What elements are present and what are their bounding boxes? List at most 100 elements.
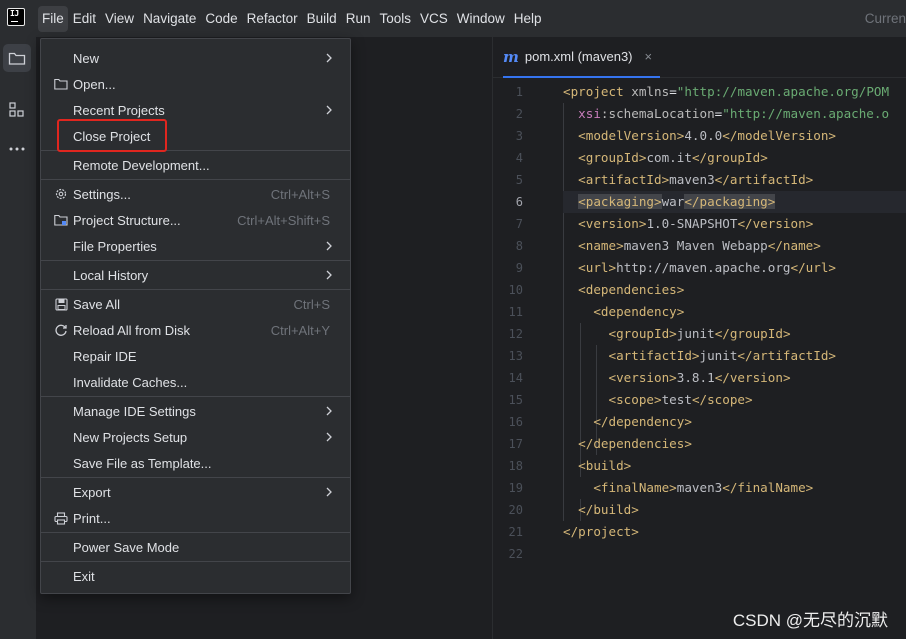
- menu-item-power-save-mode[interactable]: Power Save Mode: [45, 535, 346, 559]
- code-line[interactable]: <finalName>maven3</finalName>: [563, 477, 906, 499]
- line-number: 20: [508, 503, 523, 517]
- code-line[interactable]: <dependencies>: [563, 279, 906, 301]
- main-menubar: IJ File Edit View Navigate Code Refactor…: [0, 0, 906, 37]
- annotation-highlight-box: [57, 119, 167, 152]
- menu-run[interactable]: Run: [342, 6, 375, 32]
- code-line[interactable]: <dependency>: [563, 301, 906, 323]
- menu-item-new-projects-setup[interactable]: New Projects Setup: [45, 425, 346, 449]
- code-line[interactable]: [563, 543, 906, 565]
- menu-vcs[interactable]: VCS: [416, 6, 452, 32]
- chevron-right-icon: [326, 270, 332, 280]
- code-line[interactable]: <groupId>com.it</groupId>: [563, 147, 906, 169]
- menu-edit[interactable]: Edit: [69, 6, 100, 32]
- menu-item-invalidate-caches[interactable]: Invalidate Caches...: [45, 370, 346, 394]
- tab-label: pom.xml (maven3): [524, 49, 633, 64]
- line-number: 18: [508, 459, 523, 473]
- menu-item-print[interactable]: Print...: [45, 506, 346, 530]
- code-line[interactable]: <version>3.8.1</version>: [563, 367, 906, 389]
- code-line[interactable]: </project>: [563, 521, 906, 543]
- line-number: 21: [508, 525, 523, 539]
- line-number: 19: [508, 481, 523, 495]
- menu-build[interactable]: Build: [303, 6, 341, 32]
- code-line[interactable]: <build>: [563, 455, 906, 477]
- code-line[interactable]: <url>http://maven.apache.org</url>: [563, 257, 906, 279]
- menu-item-save-all[interactable]: Save All Ctrl+S: [45, 292, 346, 316]
- menu-item-exit[interactable]: Exit: [45, 564, 346, 588]
- menu-item-new[interactable]: New: [45, 46, 346, 70]
- code-line[interactable]: <name>maven3 Maven Webapp</name>: [563, 235, 906, 257]
- chevron-right-icon: [326, 487, 332, 497]
- chevron-right-icon: [326, 105, 332, 115]
- line-number: 1: [515, 85, 523, 99]
- menu-item-repair-ide[interactable]: Repair IDE: [45, 344, 346, 368]
- project-folder-icon[interactable]: [3, 44, 31, 72]
- menu-view[interactable]: View: [101, 6, 138, 32]
- menu-tools[interactable]: Tools: [375, 6, 415, 32]
- menu-file[interactable]: File: [38, 5, 68, 32]
- menu-item-reload-all[interactable]: Reload All from Disk Ctrl+Alt+Y: [45, 318, 346, 342]
- line-number: 7: [515, 217, 523, 231]
- current-file-label[interactable]: Curren: [865, 11, 906, 26]
- code-line[interactable]: <artifactId>junit</artifactId>: [563, 345, 906, 367]
- editor-tab-pom[interactable]: m pom.xml (maven3) ×: [503, 37, 661, 78]
- structure-icon[interactable]: [3, 96, 31, 124]
- line-number: 17: [508, 437, 523, 451]
- intellij-logo-icon[interactable]: IJ: [7, 8, 25, 26]
- folder-icon: [53, 76, 69, 92]
- project-structure-icon: [53, 212, 69, 228]
- menu-items: File Edit View Navigate Code Refactor Bu…: [38, 0, 547, 37]
- print-icon: [53, 510, 69, 526]
- menu-item-open[interactable]: Open...: [45, 72, 346, 96]
- code-line[interactable]: </build>: [563, 499, 906, 521]
- close-icon[interactable]: ×: [645, 49, 653, 64]
- line-number: 12: [508, 327, 523, 341]
- logo-text: IJ: [10, 9, 19, 18]
- more-icon[interactable]: [3, 135, 31, 163]
- line-number: 3: [515, 129, 523, 143]
- line-number: 8: [515, 239, 523, 253]
- menu-item-save-file-as-template[interactable]: Save File as Template...: [45, 451, 346, 475]
- line-number: 11: [508, 305, 523, 319]
- code-line[interactable]: <scope>test</scope>: [563, 389, 906, 411]
- code-line[interactable]: <packaging>war</packaging>: [563, 191, 906, 213]
- maven-icon: m: [503, 47, 519, 66]
- line-number: 13: [508, 349, 523, 363]
- line-number: 10: [508, 283, 523, 297]
- menu-item-export[interactable]: Export: [45, 480, 346, 504]
- gear-icon: [53, 186, 69, 202]
- line-number: 5: [515, 173, 523, 187]
- code-line[interactable]: xsi:schemaLocation="http://maven.apache.…: [563, 103, 906, 125]
- menu-item-file-properties[interactable]: File Properties: [45, 234, 346, 258]
- line-number: 4: [515, 151, 523, 165]
- reload-icon: [53, 322, 69, 338]
- menu-item-manage-ide-settings[interactable]: Manage IDE Settings: [45, 399, 346, 423]
- menu-item-remote-development[interactable]: Remote Development...: [45, 153, 346, 177]
- save-icon: [53, 296, 69, 312]
- editor-pane: m pom.xml (maven3) × 1 2 3 4 5 6 7 8 9 10 11 12 13 14…: [492, 37, 906, 639]
- line-number-gutter: 1 2 3 4 5 6 7 8 9 10 11 12 13 14 15 16 17 18 19 20 21 22: [493, 81, 545, 565]
- menu-item-settings[interactable]: Settings... Ctrl+Alt+S: [45, 182, 346, 206]
- code-line[interactable]: </dependency>: [563, 411, 906, 433]
- line-number: 15: [508, 393, 523, 407]
- code-line[interactable]: <project xmlns="http://maven.apache.org/…: [563, 81, 906, 103]
- editor-tab-bar: m pom.xml (maven3) ×: [493, 37, 906, 78]
- code-line[interactable]: <artifactId>maven3</artifactId>: [563, 169, 906, 191]
- menu-refactor[interactable]: Refactor: [243, 6, 302, 32]
- code-line[interactable]: <groupId>junit</groupId>: [563, 323, 906, 345]
- code-area[interactable]: <project xmlns="http://maven.apache.org/…: [563, 81, 906, 565]
- line-number: 2: [515, 107, 523, 121]
- code-line[interactable]: <modelVersion>4.0.0</modelVersion>: [563, 125, 906, 147]
- chevron-right-icon: [326, 53, 332, 63]
- menu-help[interactable]: Help: [510, 6, 546, 32]
- menu-window[interactable]: Window: [453, 6, 509, 32]
- code-line[interactable]: </dependencies>: [563, 433, 906, 455]
- chevron-right-icon: [326, 406, 332, 416]
- menu-code[interactable]: Code: [201, 6, 241, 32]
- line-number: 6: [515, 195, 523, 209]
- menu-item-local-history[interactable]: Local History: [45, 263, 346, 287]
- watermark: CSDN @无尽的沉默: [732, 611, 888, 630]
- menu-navigate[interactable]: Navigate: [139, 6, 200, 32]
- line-number: 9: [515, 261, 523, 275]
- code-line[interactable]: <version>1.0-SNAPSHOT</version>: [563, 213, 906, 235]
- menu-item-project-structure[interactable]: Project Structure... Ctrl+Alt+Shift+S: [45, 208, 346, 232]
